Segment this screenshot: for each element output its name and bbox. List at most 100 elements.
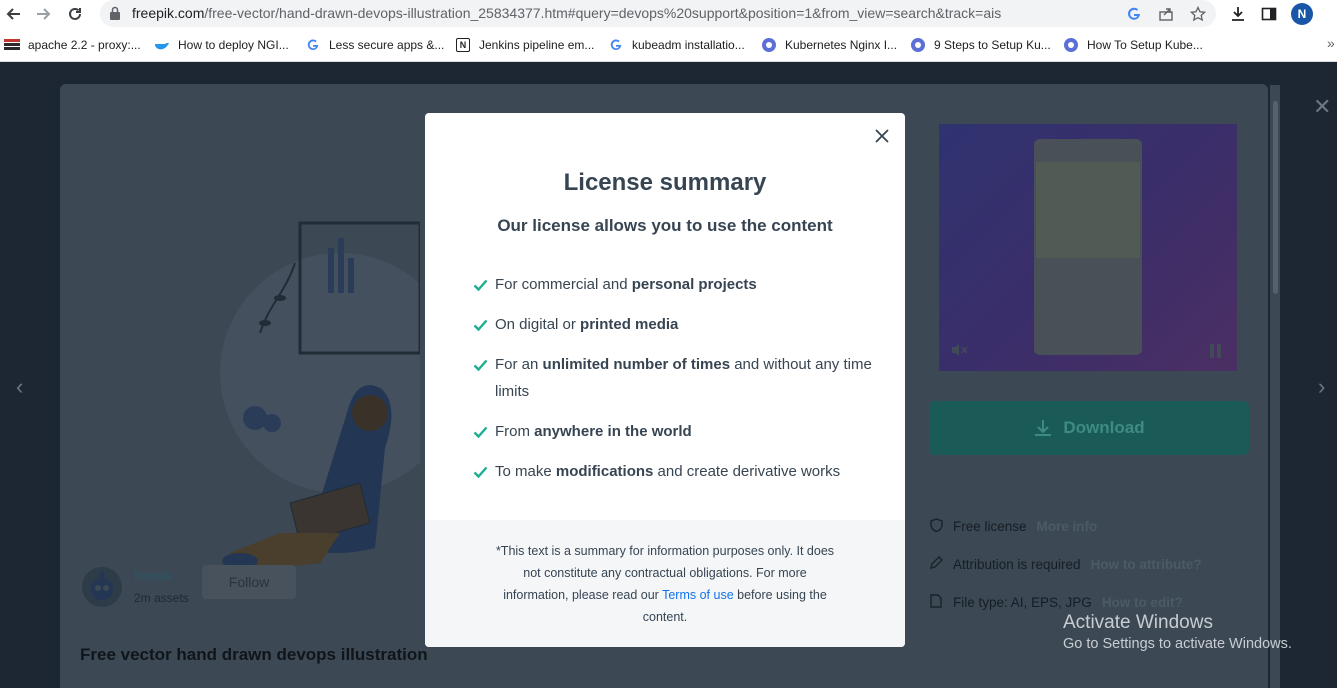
browser-toolbar: freepik.com/free-vector/hand-drawn-devop…	[0, 0, 1337, 29]
windows-activation-watermark: Activate Windows Go to Settings to activ…	[1063, 612, 1292, 652]
pen-icon	[930, 556, 944, 572]
bookmarks-bar: apache 2.2 - proxy:... How to deploy NGI…	[0, 29, 1337, 62]
bookmark-label: kubeadm installatio...	[632, 38, 745, 52]
bookmark-item[interactable]: How to deploy NGI...	[155, 37, 289, 53]
bookmark-icon	[762, 38, 776, 52]
lock-icon[interactable]	[110, 6, 120, 20]
bookmark-item[interactable]: Kubernetes Nginx I...	[762, 37, 897, 53]
attribution-meta: Attribution is required How to attribute…	[930, 556, 1202, 572]
download-icon	[1035, 420, 1052, 436]
license-meta: Free license More info	[930, 518, 1097, 535]
bookmark-item[interactable]: 9 Steps to Setup Ku...	[911, 37, 1051, 53]
feature-bold: personal projects	[631, 276, 757, 293]
feature-item: On digital or printed media	[473, 311, 873, 338]
google-icon	[609, 38, 623, 52]
bookmark-icon	[911, 38, 925, 52]
feature-item: From anywhere in the world	[473, 418, 873, 445]
download-icon[interactable]	[1228, 4, 1248, 24]
shield-icon	[930, 518, 944, 535]
url-host: freepik.com	[132, 5, 205, 21]
feature-text: On digital or	[495, 316, 581, 333]
follow-button[interactable]: Follow	[202, 565, 296, 599]
meta-label: File type: AI, EPS, JPG	[953, 595, 1092, 610]
modal-title: License summary	[563, 169, 767, 196]
feature-text: For commercial and	[495, 276, 632, 293]
side-panel-icon[interactable]	[1259, 4, 1279, 24]
how-to-attribute-link[interactable]: How to attribute?	[1091, 557, 1202, 572]
check-icon	[473, 319, 488, 332]
author-avatar[interactable]	[82, 567, 122, 607]
url-path: /free-vector/hand-drawn-devops-illustrat…	[204, 5, 1002, 21]
feature-text: To make	[495, 463, 556, 480]
page-title: Free vector hand drawn devops illustrati…	[80, 645, 428, 664]
feature-bold: unlimited number of times	[542, 356, 731, 373]
back-arrow-icon[interactable]	[2, 4, 24, 24]
bookmark-item[interactable]: kubeadm installatio...	[609, 37, 745, 53]
feature-list: For commercial and personal projects On …	[473, 271, 873, 498]
docker-icon	[155, 38, 169, 52]
google-lens-icon[interactable]	[1124, 4, 1144, 24]
next-arrow-icon[interactable]: ›	[1318, 374, 1325, 400]
preview-photo	[1036, 162, 1140, 258]
check-icon	[473, 279, 488, 292]
feature-bold: printed media	[580, 316, 679, 333]
forward-arrow-icon[interactable]	[33, 4, 55, 24]
feature-item: For commercial and personal projects	[473, 271, 873, 298]
bookmark-item[interactable]: How To Setup Kube...	[1064, 37, 1203, 53]
feature-item: For an unlimited number of times and wit…	[473, 351, 873, 405]
check-icon	[473, 359, 488, 372]
disclaimer-text: *This text is a summary for information …	[493, 540, 837, 628]
bookmark-label: How To Setup Kube...	[1087, 38, 1203, 52]
download-label: Download	[1063, 418, 1145, 437]
bookmark-label: How to deploy NGI...	[178, 38, 289, 52]
file-icon	[930, 594, 944, 611]
license-summary-modal: License summary Our license allows you t…	[425, 113, 905, 647]
mute-icon[interactable]	[950, 342, 968, 363]
feature-bold: anywhere in the world	[534, 423, 692, 440]
google-icon	[306, 38, 320, 52]
watermark-title: Activate Windows	[1063, 612, 1213, 633]
terms-of-use-link[interactable]: Terms of use	[662, 588, 734, 602]
check-icon	[473, 426, 488, 439]
bookmark-label: apache 2.2 - proxy:...	[28, 38, 141, 52]
scrollbar-thumb[interactable]	[1273, 101, 1278, 294]
profile-avatar[interactable]: N	[1291, 3, 1313, 25]
author-assets: 2m assets	[134, 591, 189, 605]
prev-arrow-icon[interactable]: ‹	[16, 374, 23, 400]
more-info-link[interactable]: More info	[1037, 519, 1098, 534]
bookmark-label: Jenkins pipeline em...	[479, 38, 595, 52]
bookmarks-overflow-icon[interactable]: »	[1327, 35, 1335, 51]
bookmark-item[interactable]: Less secure apps &...	[306, 37, 444, 53]
feature-text: From	[495, 423, 535, 440]
meta-label: Attribution is required	[953, 556, 1081, 572]
file-type-meta: File type: AI, EPS, JPG How to edit?	[930, 594, 1183, 611]
close-icon[interactable]: ✕	[1313, 94, 1331, 120]
feature-item: To make modifications and create derivat…	[473, 458, 873, 485]
author-name[interactable]: freepik	[134, 568, 173, 583]
share-icon[interactable]	[1156, 4, 1176, 24]
reload-icon[interactable]	[64, 4, 86, 24]
watermark-subtitle: Go to Settings to activate Windows.	[1063, 636, 1292, 652]
modal-footer: *This text is a summary for information …	[425, 520, 905, 647]
download-button[interactable]: Download	[929, 401, 1249, 455]
bookmark-item[interactable]: apache 2.2 - proxy:...	[4, 37, 141, 53]
url-text[interactable]: freepik.com/free-vector/hand-drawn-devop…	[132, 5, 1001, 21]
notion-icon: N	[456, 38, 470, 52]
modal-subtitle: Our license allows you to use the conten…	[497, 216, 833, 235]
pause-icon[interactable]	[1210, 344, 1222, 363]
feature-bold: modifications	[555, 463, 654, 480]
close-icon[interactable]	[872, 126, 892, 146]
bookmark-label: Less secure apps &...	[329, 38, 445, 52]
star-icon[interactable]	[1188, 4, 1208, 24]
feature-text-end: and create derivative works	[653, 463, 841, 480]
bookmark-icon	[1064, 38, 1078, 52]
devops-illustration	[220, 221, 420, 573]
feature-text: For an	[495, 356, 543, 373]
meta-label: Free license	[953, 519, 1027, 534]
bookmark-label: Kubernetes Nginx I...	[785, 38, 898, 52]
apache-icon	[4, 38, 20, 52]
bookmark-label: 9 Steps to Setup Ku...	[934, 38, 1051, 52]
how-to-edit-link[interactable]: How to edit?	[1102, 595, 1183, 610]
check-icon	[473, 466, 488, 479]
bookmark-item[interactable]: N Jenkins pipeline em...	[456, 37, 594, 53]
